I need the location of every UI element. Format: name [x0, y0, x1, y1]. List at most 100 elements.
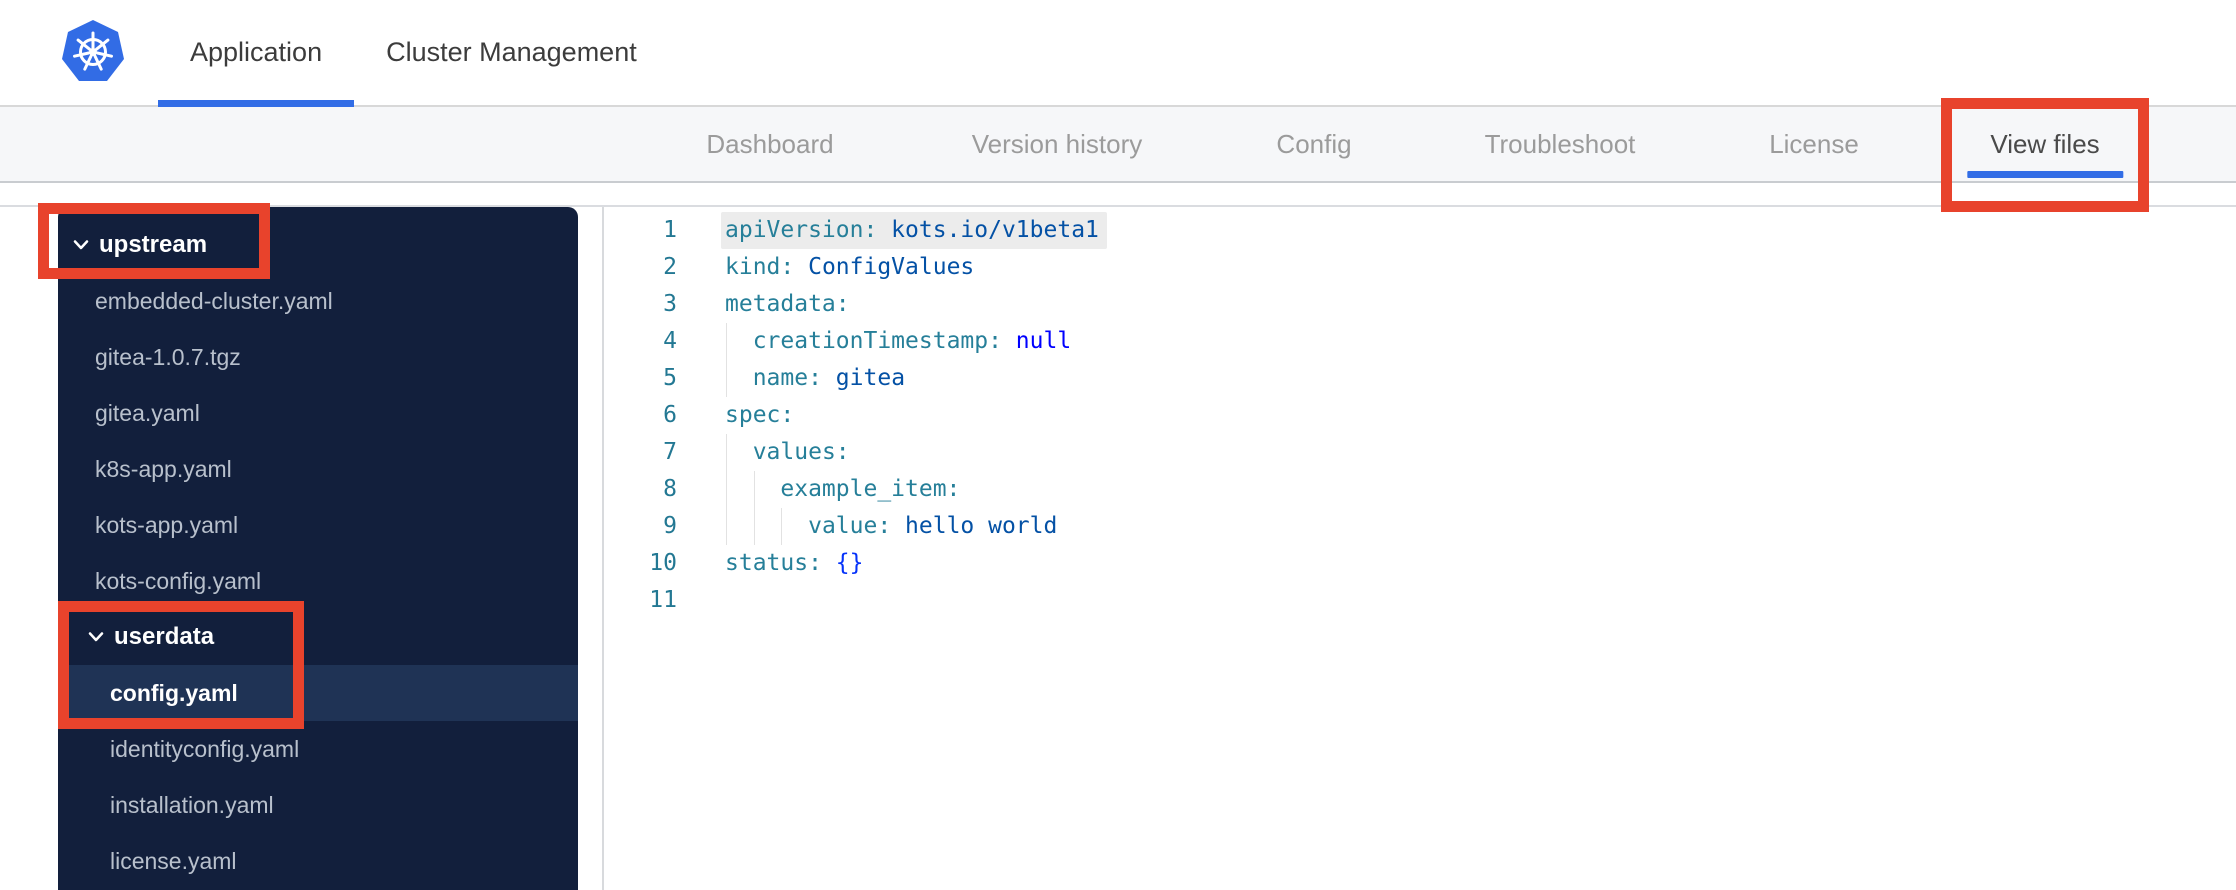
code-line: 2 kind: ConfigValues	[604, 249, 2236, 286]
tree-item-embedded-cluster-yaml[interactable]: embedded-cluster.yaml	[58, 273, 578, 329]
tab-troubleshoot[interactable]: Troubleshoot	[1485, 107, 1636, 181]
code-line-content: example_item:	[725, 471, 960, 508]
tree-item-k8s-app-yaml[interactable]: k8s-app.yaml	[58, 441, 578, 497]
line-number: 8	[663, 476, 677, 502]
tree-item-label: gitea.yaml	[95, 399, 200, 426]
code-line-content: spec:	[725, 397, 794, 434]
indent-guide	[726, 323, 727, 360]
secondary-nav: Dashboard Version history Config Troublesho…	[0, 107, 2236, 183]
code-token: creationTimestamp:	[752, 328, 1002, 354]
code-line-content: status: {}	[725, 545, 863, 582]
line-number: 3	[663, 291, 677, 317]
indent-guide	[753, 471, 755, 508]
code-token: {}	[821, 550, 864, 576]
top-tab-application[interactable]: Application	[158, 0, 355, 107]
line-number: 4	[663, 328, 677, 354]
code-token: name:	[752, 365, 822, 391]
tab-license[interactable]: License	[1769, 107, 1859, 181]
tab-config[interactable]: Config	[1276, 107, 1351, 181]
tree-item-identityconfig-yaml[interactable]: identityconfig.yaml	[58, 721, 578, 777]
code-token: status:	[725, 550, 822, 576]
code-token: apiVersion:	[725, 217, 878, 243]
tree-item-gitea-yaml[interactable]: gitea.yaml	[58, 385, 578, 441]
tree-item-label: upstream	[99, 231, 208, 258]
code-token: gitea	[821, 365, 906, 391]
line-number: 2	[663, 254, 677, 280]
top-nav: Application Cluster Management	[0, 0, 2236, 107]
tree-item-label: gitea-1.0.7.tgz	[95, 343, 241, 370]
tree-item-label: embedded-cluster.yaml	[95, 287, 333, 314]
line-number: 9	[663, 513, 677, 539]
line-number: 6	[663, 402, 677, 428]
code-line: 1 apiVersion: kots.io/v1beta1	[604, 212, 2236, 249]
code-token: ConfigValues	[794, 254, 975, 280]
code-line: 6 spec:	[604, 397, 2236, 434]
code-line: 8 example_item:	[604, 471, 2236, 508]
code-line-content: name: gitea	[725, 360, 905, 397]
tree-item-gitea-1-0-7-tgz[interactable]: gitea-1.0.7.tgz	[58, 329, 578, 385]
code-token: example_item:	[780, 476, 961, 502]
top-tab-cluster-management[interactable]: Cluster Management	[354, 0, 669, 105]
chevron-down-icon	[88, 632, 104, 642]
code-token: hello world	[891, 513, 1058, 539]
kubernetes-logo-icon	[60, 19, 126, 85]
tree-item-kots-config-yaml[interactable]: kots-config.yaml	[58, 553, 578, 609]
tree-item-label: kots-config.yaml	[95, 567, 262, 594]
tree-item-label: installation.yaml	[110, 791, 274, 818]
code-line: 10 status: {}	[604, 545, 2236, 582]
tree-item-label: license.yaml	[110, 847, 237, 874]
code-token: kots.io/v1beta1	[877, 217, 1099, 243]
code-line-content: apiVersion: kots.io/v1beta1	[721, 212, 1107, 249]
line-number: 10	[649, 550, 677, 576]
indent-guide	[726, 508, 727, 545]
tab-version-history[interactable]: Version history	[972, 107, 1143, 181]
tree-item-userdata[interactable]: userdata	[58, 609, 578, 665]
tree-item-label: config.yaml	[110, 679, 238, 706]
tree-item-label: userdata	[114, 623, 215, 650]
code-line-content: values:	[725, 434, 850, 471]
line-number: 5	[663, 365, 677, 391]
code-line: 5 name: gitea	[604, 360, 2236, 397]
indent-guide	[726, 360, 727, 397]
file-tree: upstream embedded-cluster.yaml gitea-1.0.7…	[58, 207, 578, 890]
code-token: spec:	[725, 402, 795, 428]
tree-item-config-yaml[interactable]: config.yaml	[58, 665, 578, 721]
tree-item-label: k8s-app.yaml	[95, 455, 232, 482]
code-line: 9 value: hello world	[604, 508, 2236, 545]
tab-dashboard[interactable]: Dashboard	[706, 107, 833, 181]
line-number: 7	[663, 439, 677, 465]
tree-item-license-yaml[interactable]: license.yaml	[58, 833, 578, 889]
code-token: null	[1001, 328, 1072, 354]
code-line: 3 metadata:	[604, 286, 2236, 323]
code-line-content: creationTimestamp: null	[725, 323, 1071, 360]
code-token: metadata:	[725, 291, 850, 317]
indent-guide	[726, 434, 727, 471]
code-line-content: value: hello world	[725, 508, 1057, 545]
code-line: 4 creationTimestamp: null	[604, 323, 2236, 360]
code-token: values:	[752, 439, 850, 465]
code-line-content: metadata:	[725, 286, 850, 323]
line-number: 1	[663, 217, 677, 243]
line-number: 11	[649, 587, 677, 613]
code-token: kind:	[725, 254, 795, 280]
top-nav-tabs: Application Cluster Management	[158, 0, 669, 107]
chevron-down-icon	[73, 240, 89, 250]
indent-guide	[726, 471, 727, 508]
tree-item-upstream[interactable]: upstream	[58, 217, 578, 273]
code-editor[interactable]: 1 apiVersion: kots.io/v1beta1 2 kind: Confi…	[602, 207, 2236, 890]
tree-item-label: kots-app.yaml	[95, 511, 239, 538]
code-token: value:	[808, 513, 892, 539]
code-line-content: kind: ConfigValues	[725, 249, 974, 286]
indent-guide	[753, 508, 755, 545]
code-line: 7 values:	[604, 434, 2236, 471]
indent-guide	[781, 508, 783, 545]
code-line: 11	[604, 582, 2236, 619]
tab-view-files[interactable]: View files	[1990, 107, 2099, 181]
tree-item-kots-app-yaml[interactable]: kots-app.yaml	[58, 497, 578, 553]
tree-item-installation-yaml[interactable]: installation.yaml	[58, 777, 578, 833]
